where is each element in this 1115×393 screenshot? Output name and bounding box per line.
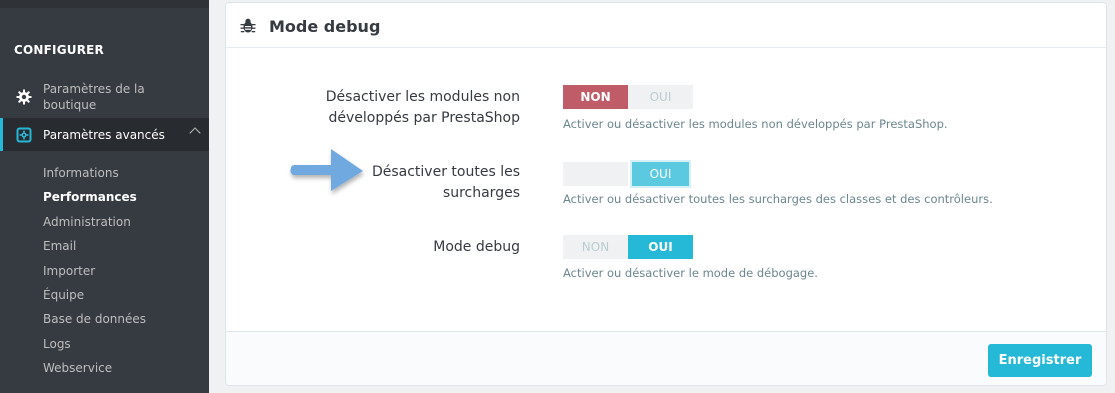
help-text: Activer ou désactiver les modules non dé… — [563, 117, 948, 131]
row-label-line: développés par PrestaShop — [328, 110, 521, 126]
help-text: Activer ou désactiver toutes les surchar… — [563, 192, 993, 206]
row-label-disable-overrides: Désactiver toutes les surcharges — [372, 162, 520, 204]
sidebar-item-parametres-boutique[interactable]: Paramètres de la boutique — [0, 78, 209, 116]
row-label-line: Désactiver toutes les — [371, 164, 520, 180]
bug-icon — [240, 18, 256, 34]
submenu-item-base-de-donnees[interactable]: Base de données — [43, 310, 146, 334]
sidebar-submenu: Informations Performances Administration… — [43, 164, 146, 384]
panel-title: Mode debug — [269, 17, 381, 36]
save-button[interactable]: Enregistrer — [988, 344, 1092, 377]
toggle-disable-modules[interactable]: NON OUI — [563, 85, 693, 109]
submenu-item-importer[interactable]: Importer — [43, 262, 146, 286]
row-label-line: Désactiver les modules non — [325, 89, 520, 105]
row-label-line: surcharges — [442, 185, 520, 201]
submenu-item-informations[interactable]: Informations — [43, 164, 146, 188]
toggle-option-non[interactable]: NON — [563, 85, 628, 109]
panel-header: Mode debug — [226, 3, 1106, 48]
help-text: Activer ou désactiver le mode de débogag… — [563, 266, 818, 280]
toggle-option-non[interactable]: NON — [563, 235, 628, 259]
submenu-item-equipe[interactable]: Équipe — [43, 286, 146, 310]
settings-box-icon — [16, 127, 32, 143]
sidebar-item-label: Paramètres avancés — [43, 127, 165, 142]
row-label-disable-modules: Désactiver les modules non développés pa… — [326, 87, 520, 129]
sidebar-section-heading: CONFIGURER — [14, 43, 104, 57]
row-label-line: Mode debug — [433, 239, 520, 255]
toggle-debug-mode[interactable]: NON OUI — [563, 235, 693, 259]
submenu-item-email[interactable]: Email — [43, 237, 146, 261]
toggle-option-oui[interactable]: OUI — [628, 235, 693, 259]
submenu-item-performances[interactable]: Performances — [43, 188, 146, 212]
toggle-option-non[interactable] — [563, 162, 628, 186]
gear-icon — [16, 89, 32, 105]
toggle-option-oui[interactable]: OUI — [628, 85, 693, 109]
toggle-option-oui[interactable]: OUI — [630, 160, 691, 188]
submenu-item-administration[interactable]: Administration — [43, 213, 146, 237]
sidebar-item-parametres-avances[interactable]: Paramètres avancés — [0, 118, 209, 151]
sidebar-item-label: Paramètres de la boutique — [43, 82, 145, 112]
submenu-item-logs[interactable]: Logs — [43, 335, 146, 359]
toggle-disable-overrides[interactable]: OUI — [563, 160, 693, 188]
chevron-up-icon[interactable] — [189, 127, 201, 139]
sidebar-top-strip — [0, 0, 209, 8]
submenu-item-webservice[interactable]: Webservice — [43, 359, 146, 383]
annotation-arrow-icon — [290, 149, 363, 191]
panel-footer: Enregistrer — [226, 331, 1106, 385]
row-label-debug-mode: Mode debug — [433, 237, 520, 258]
sidebar: CONFIGURER Paramètres de la boutique Par… — [0, 0, 209, 393]
